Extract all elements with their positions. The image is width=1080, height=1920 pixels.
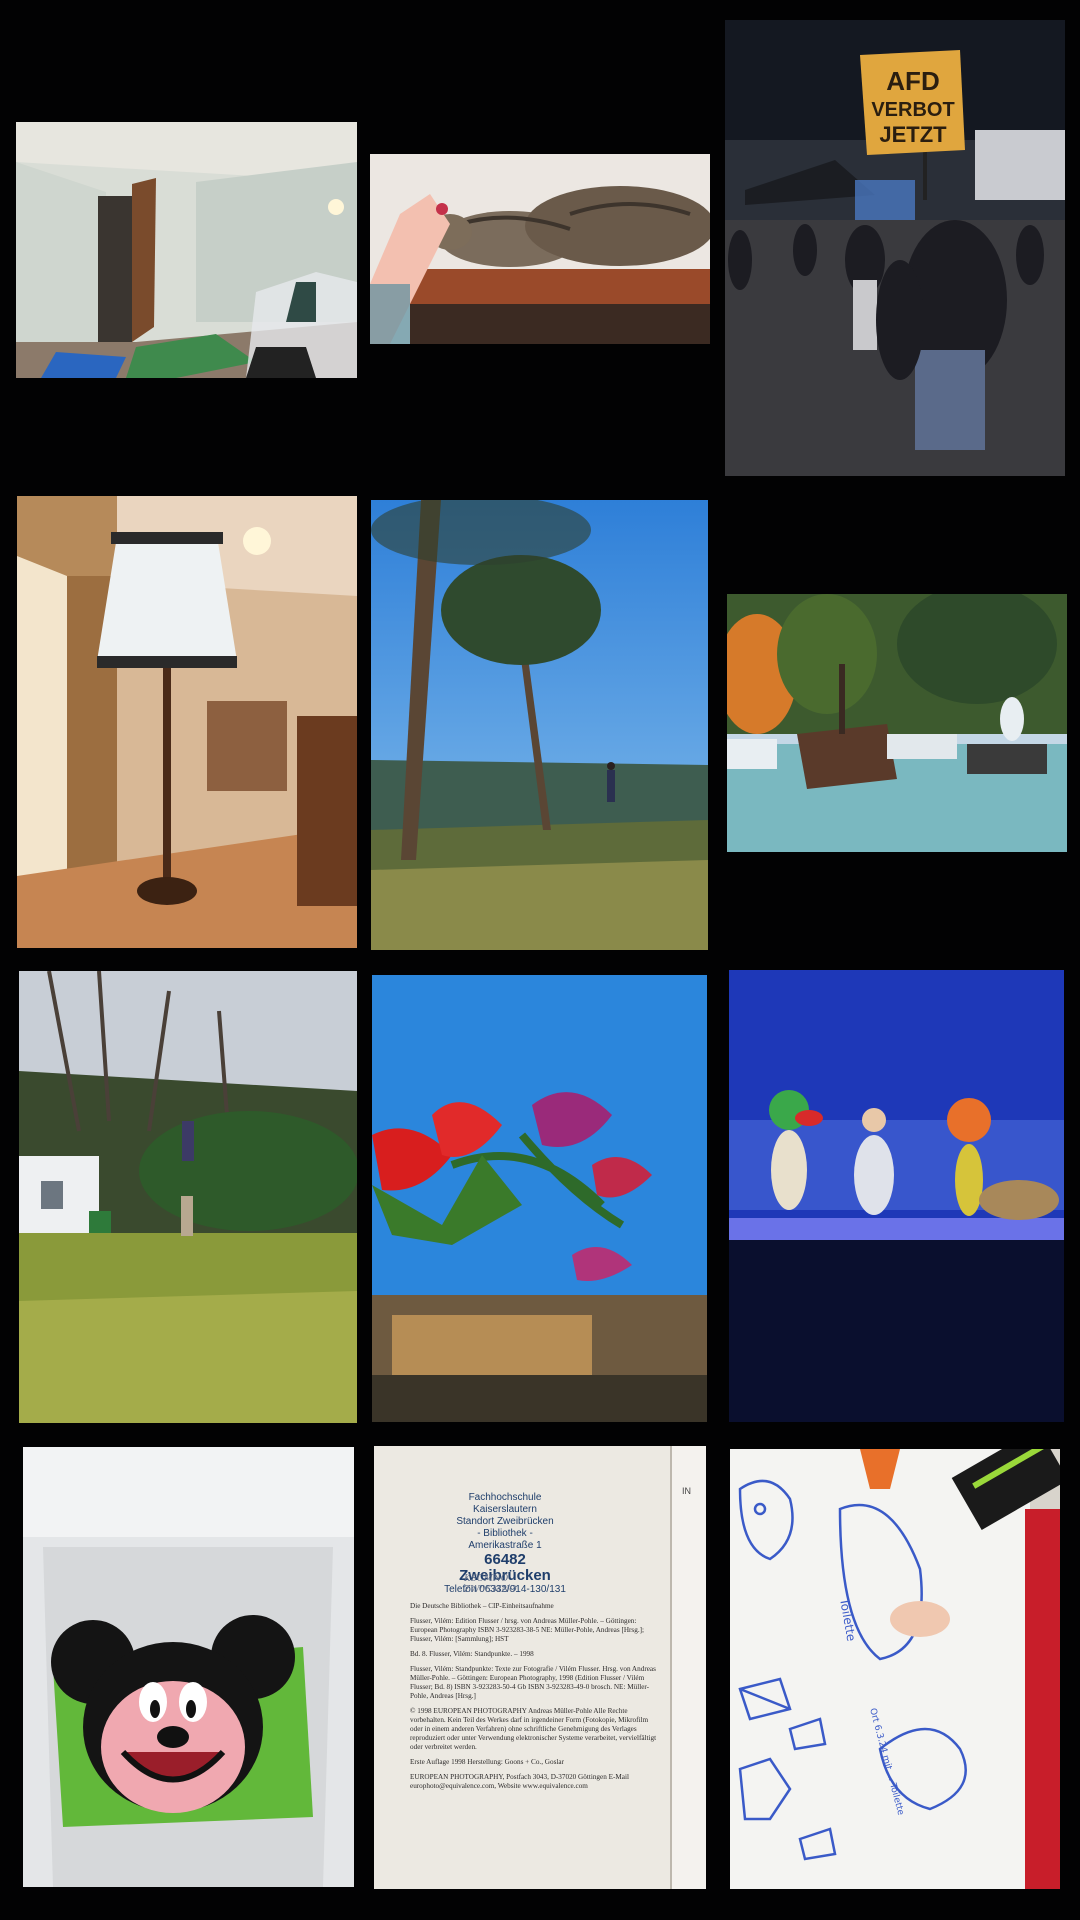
photo-room-doorway[interactable]	[16, 122, 357, 378]
handwritten-note: KSCMNO ZW0CMNO	[464, 1574, 517, 1596]
photo-park-ship[interactable]	[727, 594, 1067, 852]
photo-mouse-cake[interactable]	[23, 1447, 354, 1887]
cip-record: Die Deutsche Bibliothek – CIP-Einheitsau…	[410, 1602, 662, 1797]
sign-line-3: JETZT	[879, 122, 947, 147]
photo-stage-show[interactable]	[729, 970, 1064, 1422]
mouse-cake-image	[23, 1447, 354, 1887]
stamp-line-3: - Bibliothek -	[477, 1528, 533, 1539]
cip-paragraph: Die Deutsche Bibliothek – CIP-Einheitsau…	[410, 1602, 554, 1610]
photo-sleeping-cat[interactable]	[370, 154, 710, 344]
cip-paragraph: Erste Auflage 1998 Herstellung: Goons + …	[410, 1758, 564, 1766]
sign-line-1: AFD	[886, 66, 939, 96]
photo-giant-flowers[interactable]	[372, 975, 707, 1422]
photo-tall-pines[interactable]	[371, 500, 708, 950]
floor-lamp-image	[17, 496, 357, 948]
cip-paragraph: EUROPEAN PHOTOGRAPHY, Postfach 3043, D-3…	[410, 1773, 629, 1790]
protest-sign: AFD VERBOT JETZT	[860, 50, 965, 155]
protest-image: AFD VERBOT JETZT	[725, 20, 1065, 476]
photo-collage: AFD VERBOT JETZT IN Fachhochschule Kaise…	[0, 0, 1080, 1920]
tall-pines-image	[371, 500, 708, 950]
book-page: IN Fachhochschule Kaiserslautern Standor…	[374, 1446, 706, 1889]
photo-child-drawing[interactable]: Toilette Ort 6.3.24 mit ... Toilette	[730, 1449, 1060, 1889]
photo-protest[interactable]: AFD VERBOT JETZT	[725, 20, 1065, 476]
cip-paragraph: Bd. 8. Flusser, Vilém: Standpunkte. – 19…	[410, 1650, 534, 1658]
cip-paragraph: Flusser, Vilém: Standpunkte: Texte zur F…	[410, 1665, 656, 1700]
room-doorway-image	[16, 122, 357, 378]
handwriting-line-2: ZW0CMNO	[464, 1585, 517, 1595]
giant-flowers-image	[372, 975, 707, 1422]
stamp-line-1: Fachhochschule Kaiserslautern	[468, 1492, 542, 1515]
stamp-line-2: Standort Zweibrücken	[456, 1516, 554, 1527]
sleeping-cat-image	[370, 154, 710, 344]
gutter-text: IN	[682, 1486, 691, 1496]
garden-lawn-image	[19, 971, 357, 1423]
book-gutter: IN	[670, 1446, 706, 1889]
cip-paragraph: © 1998 EUROPEAN PHOTOGRAPHY Andreas Müll…	[410, 1707, 657, 1751]
cip-paragraph: Flusser, Vilém: Edition Flusser / hrsg. …	[410, 1617, 645, 1643]
sign-line-2: VERBOT	[871, 99, 954, 121]
photo-floor-lamp[interactable]	[17, 496, 357, 948]
handwriting-line-1: KSCMNO	[464, 1574, 509, 1584]
photo-book-page[interactable]: IN Fachhochschule Kaiserslautern Standor…	[374, 1446, 706, 1889]
photo-garden-lawn[interactable]	[19, 971, 357, 1423]
child-drawing-image: Toilette Ort 6.3.24 mit ... Toilette	[730, 1449, 1060, 1889]
stage-show-image	[729, 970, 1064, 1422]
park-ship-image	[727, 594, 1067, 852]
